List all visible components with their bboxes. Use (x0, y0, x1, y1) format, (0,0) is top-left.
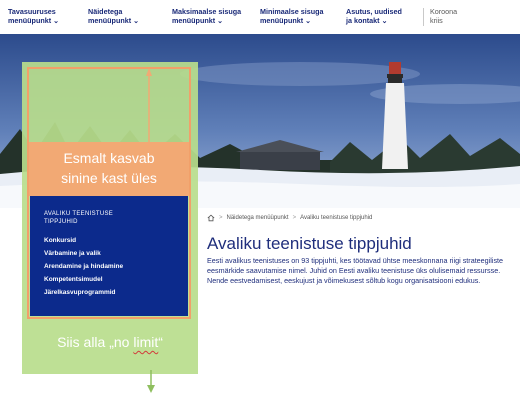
annotation-line: sinine kast üles (61, 170, 157, 186)
breadcrumb-separator: > (219, 215, 223, 221)
side-navigation-list: Konkursid Värbamine ja valik Arendamine … (44, 234, 123, 299)
side-navigation-heading-line: AVALIKU TEENISTUSE (44, 211, 114, 217)
nav-item-maksimaalse[interactable]: Maksimaalse sisuga menüüpunkt ⌄ (172, 7, 241, 25)
chevron-down-icon: ⌄ (133, 15, 140, 25)
down-arrow-icon (147, 370, 155, 393)
nav-item-label: menüüpunkt (172, 15, 216, 25)
nav-item-label: menüüpunkt (88, 15, 132, 25)
breadcrumb-link[interactable]: Näidetega menüüpunkt (227, 215, 289, 221)
breadcrumb-separator: > (292, 215, 297, 221)
annotation-word: limit (133, 334, 159, 350)
annotation-suffix: “ (158, 334, 163, 350)
nav-item-tavasuuruses[interactable]: Tavasuuruses menüüpunkt ⌄ (8, 7, 60, 25)
intro-text: Eesti avalikus teenistuses on 93 tippjuh… (207, 256, 504, 286)
chevron-down-icon: ⌄ (305, 15, 312, 25)
nav-divider (423, 8, 424, 26)
nav-item-minimaalse[interactable]: Minimaalse sisuga menüüpunkt ⌄ (260, 7, 324, 25)
breadcrumb-current: Avaliku teenistuse tippjuhid (300, 215, 373, 221)
chevron-down-icon: ⌄ (53, 15, 60, 25)
side-navigation-item[interactable]: Arendamine ja hindamine (44, 260, 123, 273)
nav-item-koroona[interactable]: Koroona kriis (430, 7, 457, 25)
side-navigation-item[interactable]: Järelkasvuprogrammid (44, 286, 123, 299)
annotation-prefix: Siis alla „no (57, 334, 134, 350)
chevron-down-icon: ⌄ (217, 15, 224, 25)
chevron-down-icon: ⌄ (381, 15, 388, 25)
nav-item-label: menüüpunkt (8, 15, 52, 25)
up-arrow-icon (146, 68, 152, 142)
nav-item-label: kriis (430, 15, 443, 25)
nav-item-naidetega[interactable]: Näidetega menüüpunkt ⌄ (88, 7, 140, 25)
annotation-line: Esmalt kasvab (63, 150, 155, 166)
annotation-text-top: Esmalt kasvab sinine kast üles (27, 148, 191, 188)
annotation-text-bottom: Siis alla „no limit“ (22, 334, 198, 350)
nav-item-label: menüüpunkt (260, 15, 304, 25)
breadcrumb: > Näidetega menüüpunkt > Avaliku teenist… (207, 214, 372, 222)
side-navigation-heading: AVALIKU TEENISTUSE TIPPJUHID (44, 210, 113, 226)
home-icon[interactable] (207, 214, 215, 222)
side-navigation-item[interactable]: Värbamine ja valik (44, 247, 123, 260)
side-navigation-heading-line: TIPPJUHID (44, 219, 78, 225)
side-navigation-item[interactable]: Konkursid (44, 234, 123, 247)
nav-item-asutus[interactable]: Asutus, uudised ja kontakt ⌄ (346, 7, 402, 25)
page-title: Avaliku teenistuse tippjuhid (207, 234, 412, 253)
top-navigation: Tavasuuruses menüüpunkt ⌄ Näidetega menü… (0, 0, 520, 34)
side-navigation-item[interactable]: Kompetentsimudel (44, 273, 123, 286)
nav-item-label: ja kontakt (346, 15, 380, 25)
